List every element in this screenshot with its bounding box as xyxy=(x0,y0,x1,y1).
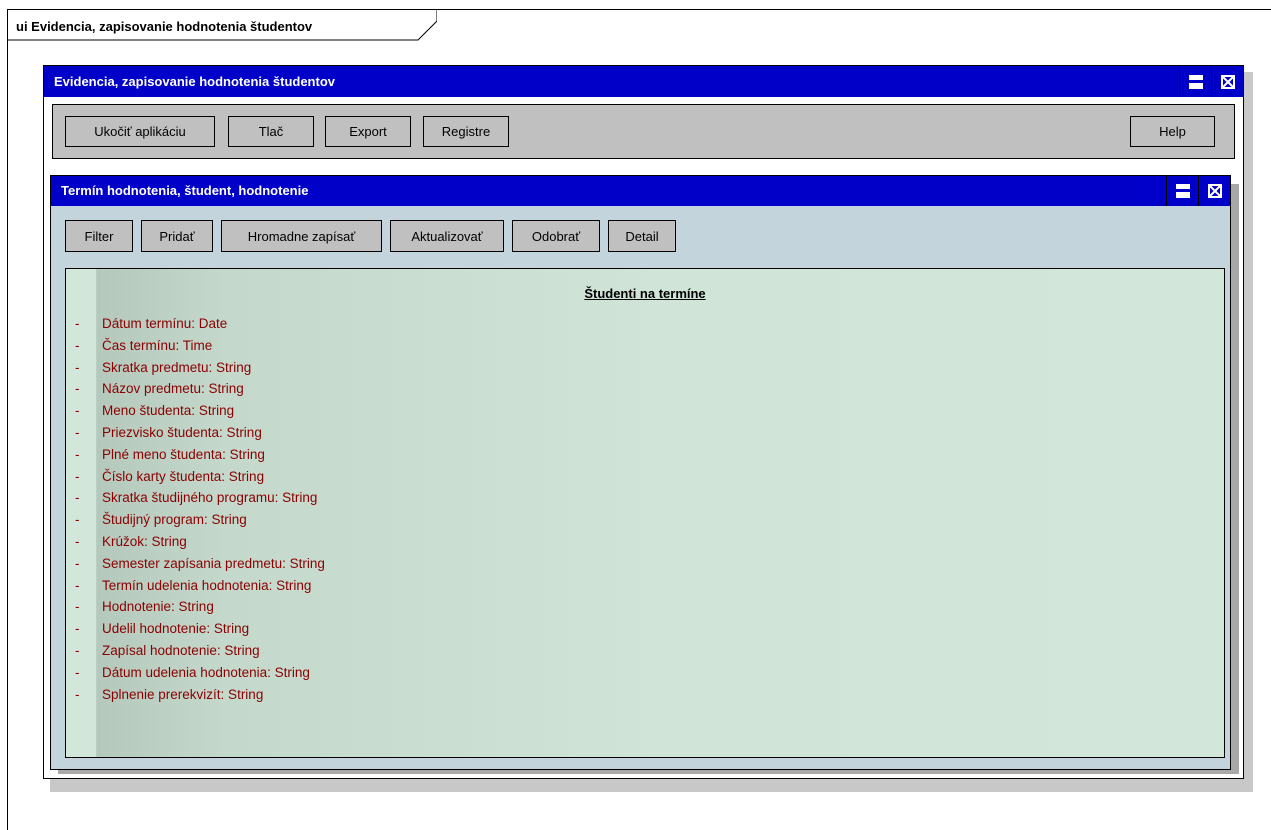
attribute-dash: - xyxy=(75,664,80,680)
attribute-text: Študijný program: String xyxy=(102,512,247,528)
bulk-enter-button[interactable]: Hromadne zapísať xyxy=(221,220,382,252)
attribute-text: Meno študenta: String xyxy=(102,403,235,419)
attribute-text: Krúžok: String xyxy=(102,533,187,549)
attribute-dash: - xyxy=(75,468,80,484)
main-toolbar: Ukočiť aplikáciu Tlač Export Registre He… xyxy=(52,104,1235,159)
inner-window: Termín hodnotenia, študent, hodnotenie F… xyxy=(50,175,1231,770)
panel-left-strip xyxy=(66,269,96,757)
attribute-text: Skratka predmetu: String xyxy=(102,359,252,375)
attribute-dash: - xyxy=(75,490,80,506)
attribute-dash: - xyxy=(75,316,80,331)
students-panel: Študenti na termíne - Dátum termínu: Date… xyxy=(65,268,1225,758)
attribute-text: Čas termínu: Time xyxy=(102,337,213,353)
attribute-dash: - xyxy=(75,642,80,658)
main-window-title: Evidencia, zapisovanie hodnotenia študen… xyxy=(54,74,335,89)
diagram-frame-title: ui Evidencia, zapisovanie hodnotenia štu… xyxy=(16,19,313,34)
attribute-text: Termín udelenia hodnotenia: String xyxy=(102,577,312,593)
maximize-icon xyxy=(1175,184,1190,198)
main-titlebar: Evidencia, zapisovanie hodnotenia študen… xyxy=(44,66,1243,97)
remove-button[interactable]: Odobrať xyxy=(512,220,600,252)
close-icon xyxy=(1207,184,1222,198)
quit-app-button[interactable]: Ukočiť aplikáciu xyxy=(65,116,215,147)
print-button[interactable]: Tlač xyxy=(228,116,314,147)
attribute-text: Hodnotenie: String xyxy=(102,599,214,615)
attribute-dash: - xyxy=(75,512,80,528)
attribute-dash: - xyxy=(75,446,80,462)
attribute-dash: - xyxy=(75,533,80,549)
attribute-dash: - xyxy=(75,621,80,637)
attribute-text: Udelil hodnotenie: String xyxy=(102,621,250,637)
attribute-text: Číslo karty študenta: String xyxy=(102,468,265,484)
attribute-dash: - xyxy=(75,555,80,571)
inner-titlebar: Termín hodnotenia, študent, hodnotenie xyxy=(51,176,1230,206)
attribute-text: Dátum termínu: Date xyxy=(102,316,228,331)
maximize-icon xyxy=(1188,74,1203,89)
attribute-dash: - xyxy=(75,359,80,375)
attribute-dash: - xyxy=(75,381,80,397)
attribute-text: Splnenie prerekvizít: String xyxy=(102,686,264,702)
update-button[interactable]: Aktualizovať xyxy=(390,220,504,252)
attribute-text: Zapísal hodnotenie: String xyxy=(102,642,260,658)
attribute-text: Dátum udelenia hodnotenia: String xyxy=(102,664,310,680)
help-button[interactable]: Help xyxy=(1130,116,1215,147)
filter-button[interactable]: Filter xyxy=(65,220,133,252)
main-close-button[interactable] xyxy=(1211,66,1243,97)
main-window: Evidencia, zapisovanie hodnotenia študen… xyxy=(43,65,1244,779)
panel-heading: Študenti na termíne xyxy=(584,286,706,301)
close-icon xyxy=(1220,74,1235,89)
attribute-dash: - xyxy=(75,599,80,615)
add-button[interactable]: Pridať xyxy=(141,220,213,252)
attribute-text: Názov predmetu: String xyxy=(102,381,244,397)
attribute-text: Priezvisko študenta: String xyxy=(102,424,262,440)
attribute-dash: - xyxy=(75,686,80,702)
registers-button[interactable]: Registre xyxy=(423,116,509,147)
export-button[interactable]: Export xyxy=(325,116,411,147)
attribute-dash: - xyxy=(75,424,80,440)
inner-window-title: Termín hodnotenia, študent, hodnotenie xyxy=(61,183,309,198)
attribute-text: Plné meno študenta: String xyxy=(102,446,265,462)
attribute-dash: - xyxy=(75,403,80,419)
attribute-text: Semester zapísania predmetu: String xyxy=(102,555,325,571)
inner-maximize-button[interactable] xyxy=(1166,176,1198,206)
inner-close-button[interactable] xyxy=(1198,176,1230,206)
main-maximize-button[interactable] xyxy=(1179,66,1211,97)
detail-button[interactable]: Detail xyxy=(608,220,676,252)
attribute-text: Skratka študijného programu: String xyxy=(102,490,318,506)
attribute-dash: - xyxy=(75,337,80,353)
attribute-dash: - xyxy=(75,577,80,593)
